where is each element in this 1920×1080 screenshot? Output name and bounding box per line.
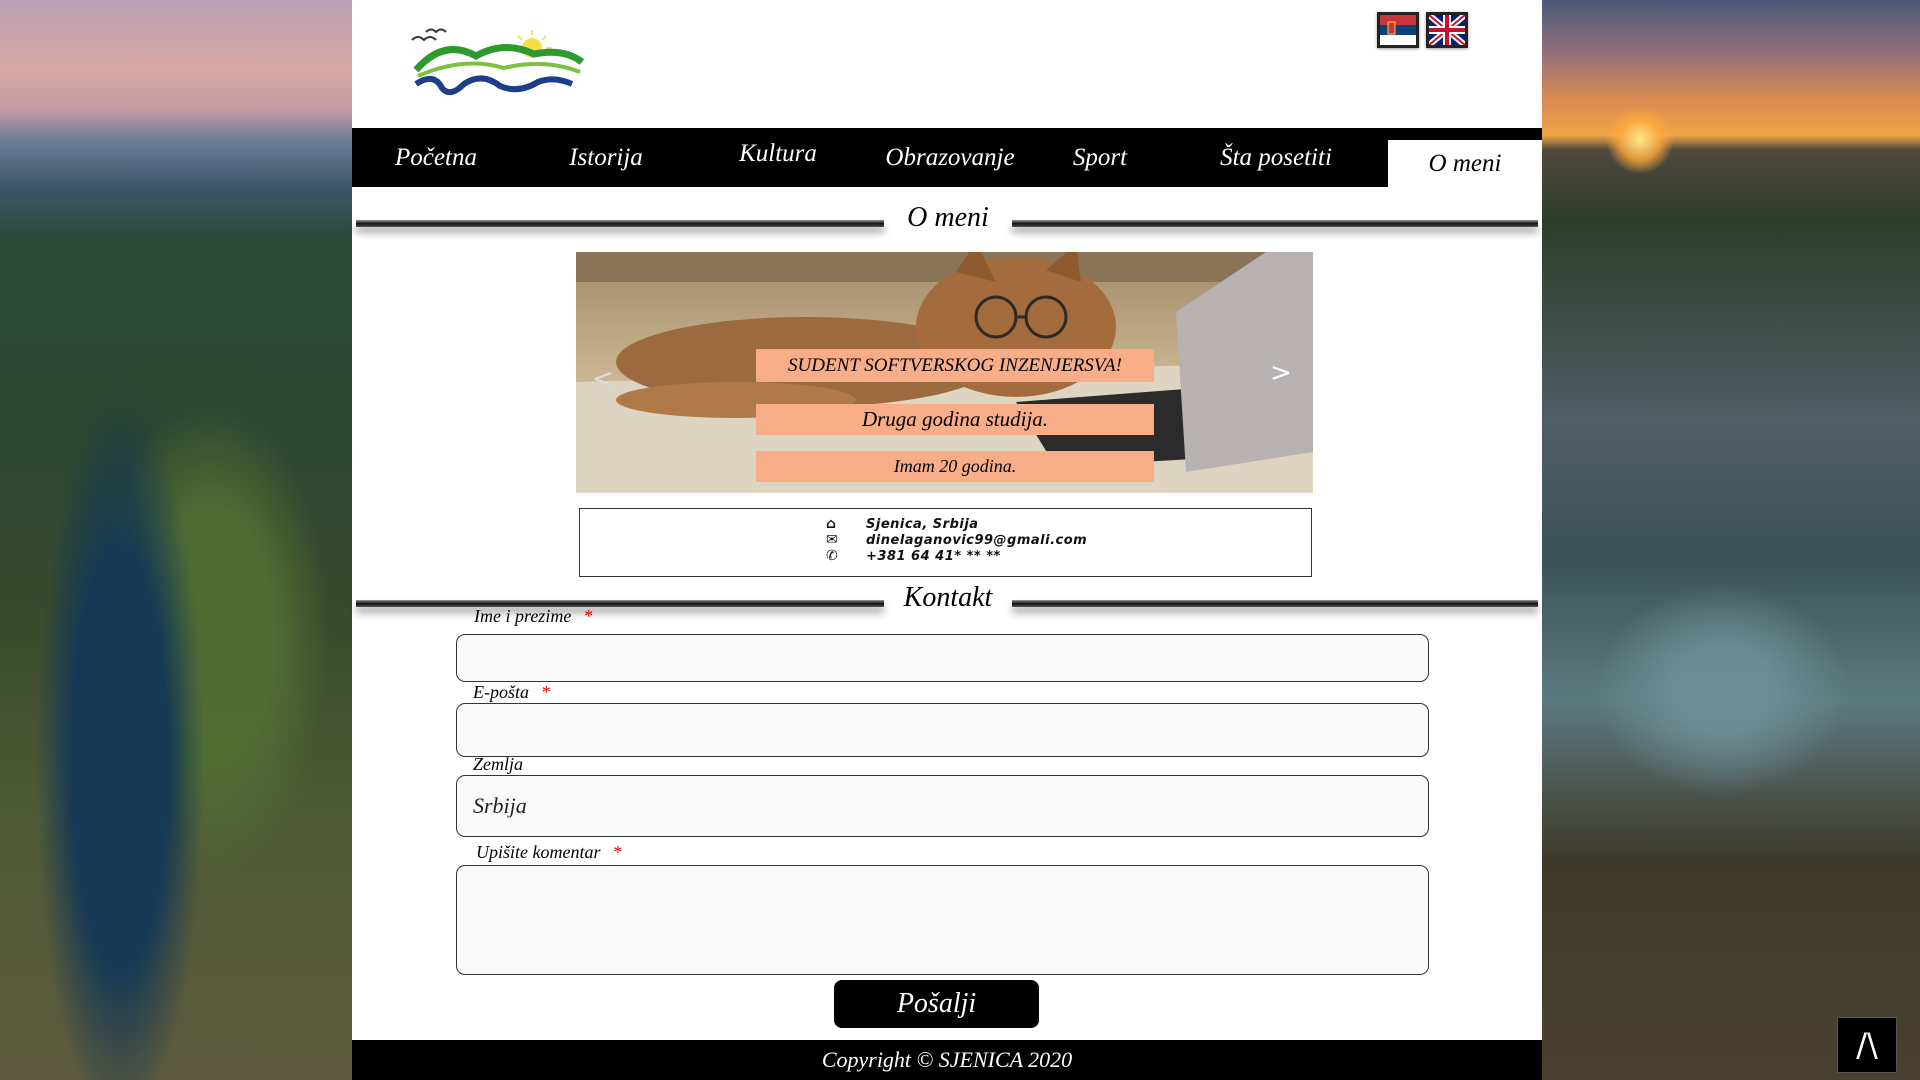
slide-caption-2: Druga godina studija.: [756, 404, 1154, 435]
required-mark: *: [612, 842, 622, 862]
required-mark: *: [541, 682, 550, 702]
comment-field-label: Upišite komentar *: [476, 842, 621, 863]
contact-phone: ✆ +381 64 41* ** **: [826, 548, 1001, 564]
country-label-text: Zemlja: [473, 754, 524, 774]
nav-item-o-meni[interactable]: O meni: [1388, 140, 1542, 187]
nav-item-obrazovanje[interactable]: Obrazovanje: [864, 128, 1036, 187]
contact-title: Kontakt: [903, 582, 993, 613]
nav-item-sport[interactable]: Sport: [1036, 128, 1164, 187]
slide-caption-3: Imam 20 godina.: [756, 451, 1154, 482]
about-title: O meni: [907, 202, 989, 233]
submit-button[interactable]: Pošalji: [834, 980, 1039, 1028]
nav-item-istorija[interactable]: Istorija: [520, 128, 692, 187]
contact-email: ✉ dinelaganovic99@gmali.com: [826, 532, 1087, 548]
background-landscape-right: [1542, 0, 1920, 1080]
site-logo[interactable]: [404, 28, 586, 98]
footer-copyright: Copyright © SJENICA 2020: [352, 1040, 1542, 1080]
country-field-label: Zemlja: [473, 754, 523, 775]
image-slider: < > SUDENT SOFTVERSKOG INZENJERSVA! Drug…: [576, 252, 1313, 493]
slide-caption-1: SUDENT SOFTVERSKOG INZENJERSVA!: [756, 349, 1154, 382]
phone-text: +381 64 41* ** **: [866, 548, 1001, 564]
comment-textarea[interactable]: [456, 865, 1429, 975]
contact-address: ⌂ Sjenica, Srbija: [826, 516, 979, 532]
name-label-text: Ime i prezime: [474, 606, 572, 626]
home-icon: ⌂: [826, 516, 837, 532]
heading-divider-right: [1012, 600, 1538, 607]
address-text: Sjenica, Srbija: [866, 516, 979, 532]
nav-item-pocetna[interactable]: Početna: [352, 128, 520, 187]
english-flag-icon[interactable]: [1426, 12, 1468, 48]
email-label-text: E-pošta: [473, 682, 529, 702]
header: [352, 0, 1542, 128]
page-container: Početna Istorija Kultura Obrazovanje Spo…: [352, 0, 1542, 1080]
comment-label-text: Upišite komentar: [476, 842, 601, 862]
email-text[interactable]: dinelaganovic99@gmali.com: [866, 533, 1087, 548]
heading-divider-right: [1012, 220, 1538, 227]
nav-item-kultura[interactable]: Kultura: [692, 124, 864, 183]
phone-icon: ✆: [826, 548, 839, 564]
country-input[interactable]: [456, 775, 1429, 837]
serbian-flag-icon[interactable]: [1377, 12, 1419, 48]
email-input[interactable]: [456, 703, 1429, 757]
name-input[interactable]: [456, 634, 1429, 682]
main-nav: Početna Istorija Kultura Obrazovanje Spo…: [352, 128, 1542, 187]
slider-next-button[interactable]: >: [1270, 358, 1292, 388]
heading-divider-left: [356, 600, 884, 607]
background-landscape-left: [0, 0, 352, 1080]
slider-prev-button[interactable]: <: [592, 364, 614, 394]
name-field-label: Ime i prezime *: [474, 606, 592, 627]
email-field-label: E-pošta *: [473, 682, 550, 703]
required-mark: *: [583, 606, 593, 626]
contact-info-box: ⌂ Sjenica, Srbija ✉ dinelaganovic99@gmal…: [579, 508, 1312, 577]
back-to-top-button[interactable]: /\: [1837, 1017, 1897, 1073]
heading-divider-left: [356, 220, 884, 227]
envelope-icon: ✉: [826, 532, 839, 548]
nav-item-sta-posetiti[interactable]: Šta posetiti: [1164, 128, 1388, 187]
about-section-heading: O meni: [356, 202, 1538, 242]
